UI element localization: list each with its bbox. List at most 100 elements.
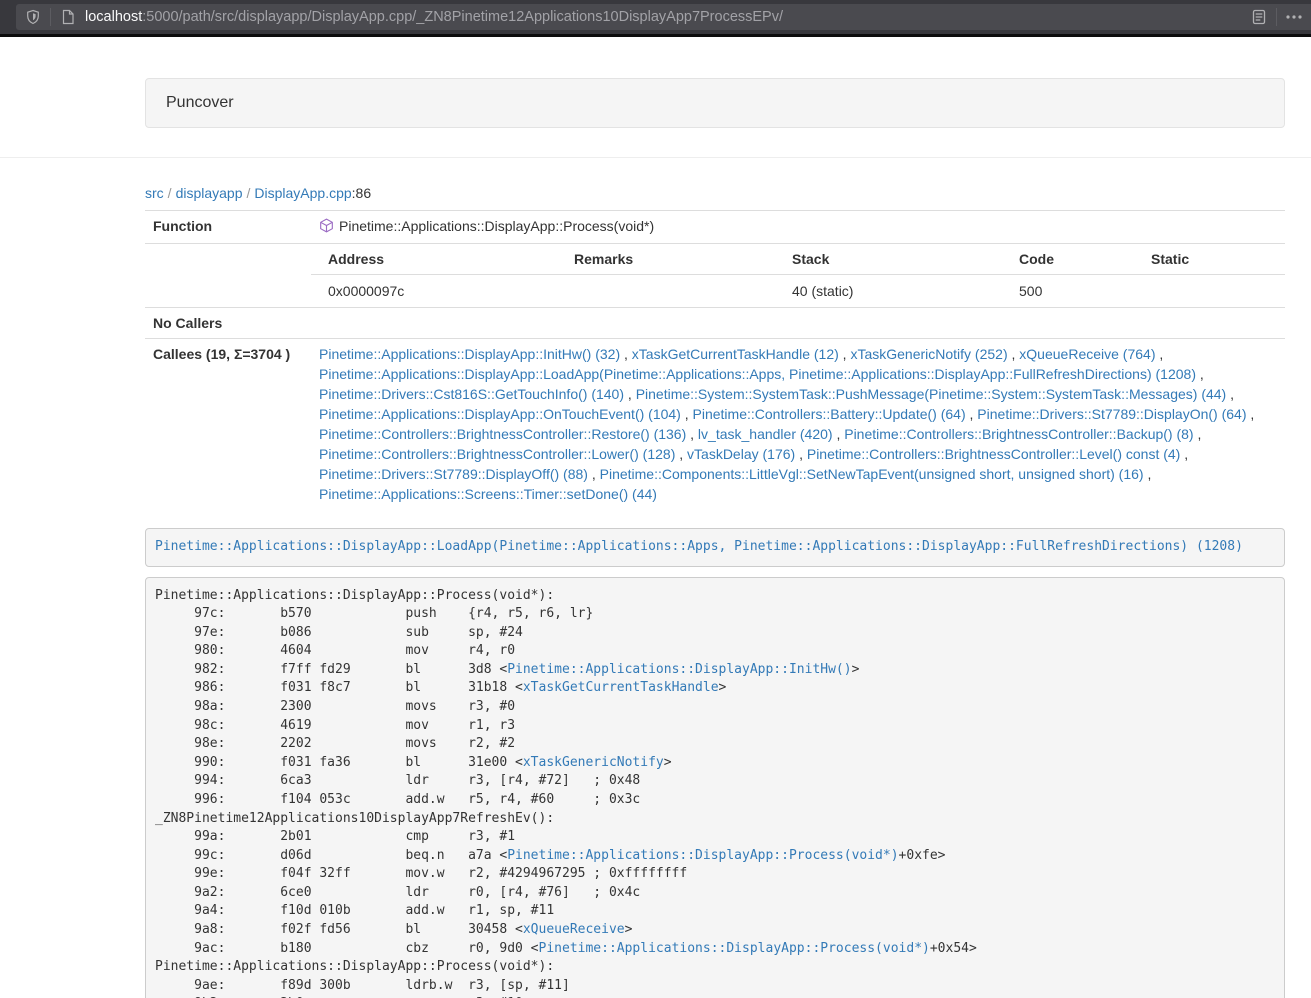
callee-link[interactable]: Pinetime::Drivers::St7789::DisplayOn() (… <box>977 406 1246 422</box>
page-icon[interactable] <box>59 8 77 26</box>
callee-link[interactable]: Pinetime::Drivers::St7789::DisplayOff() … <box>319 466 588 482</box>
callee-link[interactable]: xQueueReceive (764) <box>1019 346 1155 362</box>
callee-link[interactable]: Pinetime::Controllers::BrightnessControl… <box>807 446 1180 462</box>
table-row: No Callers <box>145 308 1285 339</box>
url-bar[interactable]: localhost:5000/path/src/displayapp/Displ… <box>16 4 1311 30</box>
callee-separator: , <box>1008 346 1020 362</box>
table-row: Address Remarks Stack Code Static 0x0000… <box>145 244 1285 308</box>
callee-link[interactable]: Pinetime::Controllers::BrightnessControl… <box>844 426 1193 442</box>
col-header-address: Address <box>311 244 566 275</box>
callee-separator: , <box>1180 446 1188 462</box>
symbol-link[interactable]: xTaskGenericNotify <box>523 755 664 770</box>
asm-line: 9ae: f89d 300b ldrb.w r3, [sp, #11] <box>155 977 1275 996</box>
asm-line: 98c: 4619 mov r1, r3 <box>155 717 1275 736</box>
callee-separator: , <box>1247 406 1255 422</box>
asm-line: 98a: 2300 movs r3, #0 <box>155 698 1275 717</box>
asm-text: 98a: 2300 movs r3, #0 <box>155 699 515 714</box>
callee-separator: , <box>1155 346 1163 362</box>
breadcrumb-link-displayapp[interactable]: displayapp <box>176 185 243 201</box>
address-url[interactable]: localhost:5000/path/src/displayapp/Displ… <box>85 9 783 25</box>
asm-text: 9a4: f10d 010b add.w r1, sp, #11 <box>155 903 554 918</box>
highlighted-symbol-link[interactable]: Pinetime::Applications::DisplayApp::Load… <box>155 539 1243 554</box>
symbol-link[interactable]: Pinetime::Applications::DisplayApp::Proc… <box>539 941 930 956</box>
asm-text: 9a8: f02f fd56 bl 30458 < <box>155 922 523 937</box>
table-header-row: Address Remarks Stack Code Static <box>311 244 1285 275</box>
callee-separator: , <box>675 446 687 462</box>
callee-link[interactable]: Pinetime::Components::LittleVgl::SetNewT… <box>600 466 1144 482</box>
asm-line: 994: 6ca3 ldr r3, [r4, #72] ; 0x48 <box>155 772 1275 791</box>
symbol-link[interactable]: Pinetime::Applications::DisplayApp::Proc… <box>507 848 898 863</box>
callee-link[interactable]: Pinetime::System::SystemTask::PushMessag… <box>636 386 1227 402</box>
callee-link[interactable]: Pinetime::Applications::DisplayApp::OnTo… <box>319 406 681 422</box>
cell-address: 0x0000097c <box>311 275 566 308</box>
asm-text: > <box>852 662 860 677</box>
breadcrumb-link-src[interactable]: src <box>145 185 164 201</box>
asm-line: 98e: 2202 movs r2, #2 <box>155 735 1275 754</box>
toolbar-divider <box>50 8 51 26</box>
asm-line: 99c: d06d beq.n a7a <Pinetime::Applicati… <box>155 847 1275 866</box>
asm-line: 9ac: b180 cbz r0, 9d0 <Pinetime::Applica… <box>155 940 1275 959</box>
callee-link[interactable]: lv_task_handler (420) <box>698 426 833 442</box>
callee-separator: , <box>1144 466 1152 482</box>
highlighted-symbol-box: Pinetime::Applications::DisplayApp::Load… <box>145 528 1285 567</box>
asm-text: Pinetime::Applications::DisplayApp::Proc… <box>155 959 554 974</box>
col-header-remarks: Remarks <box>566 244 784 275</box>
asm-text: _ZN8Pinetime12Applications10DisplayApp7R… <box>155 811 554 826</box>
breadcrumb: src/displayapp/DisplayApp.cpp:86 <box>145 183 1285 203</box>
callee-link[interactable]: Pinetime::Applications::DisplayApp::Init… <box>319 346 620 362</box>
callee-link[interactable]: Pinetime::Controllers::BrightnessControl… <box>319 426 686 442</box>
asm-text: 97e: b086 sub sp, #24 <box>155 625 523 640</box>
asm-line: 97e: b086 sub sp, #24 <box>155 624 1275 643</box>
shield-icon[interactable] <box>24 8 42 26</box>
function-details-table: Address Remarks Stack Code Static 0x0000… <box>311 244 1285 307</box>
asm-line: 982: f7ff fd29 bl 3d8 <Pinetime::Applica… <box>155 661 1275 680</box>
function-name: Pinetime::Applications::DisplayApp::Proc… <box>339 218 654 234</box>
callee-link[interactable]: vTaskDelay (176) <box>687 446 795 462</box>
function-info-table: Function Pinetime::Applications::Display… <box>145 210 1285 509</box>
callee-link[interactable]: Pinetime::Applications::DisplayApp::Load… <box>319 366 1196 382</box>
callee-link[interactable]: xTaskGenericNotify (252) <box>850 346 1007 362</box>
asm-text: 994: 6ca3 ldr r3, [r4, #72] ; 0x48 <box>155 773 640 788</box>
symbol-link[interactable]: Pinetime::Applications::DisplayApp::Init… <box>507 662 851 677</box>
app-title-panel: Puncover <box>145 78 1285 128</box>
callee-separator: , <box>795 446 807 462</box>
callee-link[interactable]: Pinetime::Applications::Screens::Timer::… <box>319 486 657 502</box>
asm-line: _ZN8Pinetime12Applications10DisplayApp7R… <box>155 810 1275 829</box>
asm-text: 98e: 2202 movs r2, #2 <box>155 736 515 751</box>
callee-link[interactable]: Pinetime::Drivers::Cst816S::GetTouchInfo… <box>319 386 624 402</box>
asm-text: 97c: b570 push {r4, r5, r6, lr} <box>155 606 593 621</box>
asm-text: +0xfe> <box>899 848 946 863</box>
asm-text: > <box>664 755 672 770</box>
asm-text: 99e: f04f 32ff mov.w r2, #4294967295 ; 0… <box>155 866 687 881</box>
callee-separator: , <box>624 386 636 402</box>
asm-text: 99a: 2b01 cmp r3, #1 <box>155 829 515 844</box>
callee-separator: , <box>1194 426 1202 442</box>
breadcrumb-separator: / <box>168 185 172 201</box>
col-header-static: Static <box>1143 244 1285 275</box>
no-callers-label: No Callers <box>145 308 311 339</box>
breadcrumb-link-file[interactable]: DisplayApp.cpp <box>254 185 351 201</box>
callee-link[interactable]: Pinetime::Controllers::BrightnessControl… <box>319 446 675 462</box>
asm-text: Pinetime::Applications::DisplayApp::Proc… <box>155 588 554 603</box>
asm-line: 99a: 2b01 cmp r3, #1 <box>155 828 1275 847</box>
function-label: Function <box>145 211 311 244</box>
asm-text: 990: f031 fa36 bl 31e00 < <box>155 755 523 770</box>
asm-text: +0x54> <box>930 941 977 956</box>
asm-text: 99c: d06d beq.n a7a < <box>155 848 507 863</box>
callees-label: Callees (19, Σ=3704 ) <box>145 339 311 510</box>
callee-link[interactable]: xTaskGetCurrentTaskHandle (12) <box>632 346 839 362</box>
reader-mode-icon[interactable] <box>1250 8 1268 26</box>
symbol-link[interactable]: xTaskGetCurrentTaskHandle <box>523 680 719 695</box>
asm-line: 99e: f04f 32ff mov.w r2, #4294967295 ; 0… <box>155 865 1275 884</box>
asm-text: 980: 4604 mov r4, r0 <box>155 643 515 658</box>
callee-separator: , <box>686 426 698 442</box>
symbol-link[interactable]: xQueueReceive <box>523 922 625 937</box>
callee-separator: , <box>839 346 851 362</box>
asm-line: Pinetime::Applications::DisplayApp::Proc… <box>155 587 1275 606</box>
callee-separator: , <box>833 426 845 442</box>
callee-link[interactable]: Pinetime::Controllers::Battery::Update()… <box>693 406 966 422</box>
menu-dots-icon[interactable] <box>1285 8 1303 26</box>
symbol-cube-icon <box>319 218 334 238</box>
url-path: :5000/path/src/displayapp/DisplayApp.cpp… <box>142 9 783 25</box>
asm-line: 986: f031 f8c7 bl 31b18 <xTaskGetCurrent… <box>155 679 1275 698</box>
